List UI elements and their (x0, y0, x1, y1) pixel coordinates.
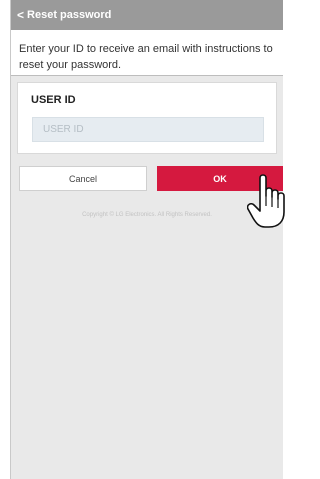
hand-pointer-icon (247, 174, 285, 228)
top-bar: < Reset password (11, 0, 283, 30)
chevron-left-icon: < (17, 8, 25, 22)
user-id-card: USER ID (17, 82, 277, 154)
app-screen: < Reset password Enter your ID to receiv… (10, 0, 285, 479)
user-id-input[interactable] (32, 117, 264, 142)
copyright-text: Copyright © LG Electronics. All Rights R… (82, 212, 212, 218)
page-title: Reset password (27, 9, 112, 21)
cancel-button[interactable]: Cancel (19, 166, 147, 191)
user-id-label: USER ID (31, 94, 76, 106)
instructions-line-2: reset your password. (19, 59, 122, 71)
back-button[interactable]: < Reset password (11, 0, 111, 30)
instructions-text: Enter your ID to receive an email with i… (11, 30, 283, 76)
instructions-line-1: Enter your ID to receive an email with i… (19, 43, 273, 55)
